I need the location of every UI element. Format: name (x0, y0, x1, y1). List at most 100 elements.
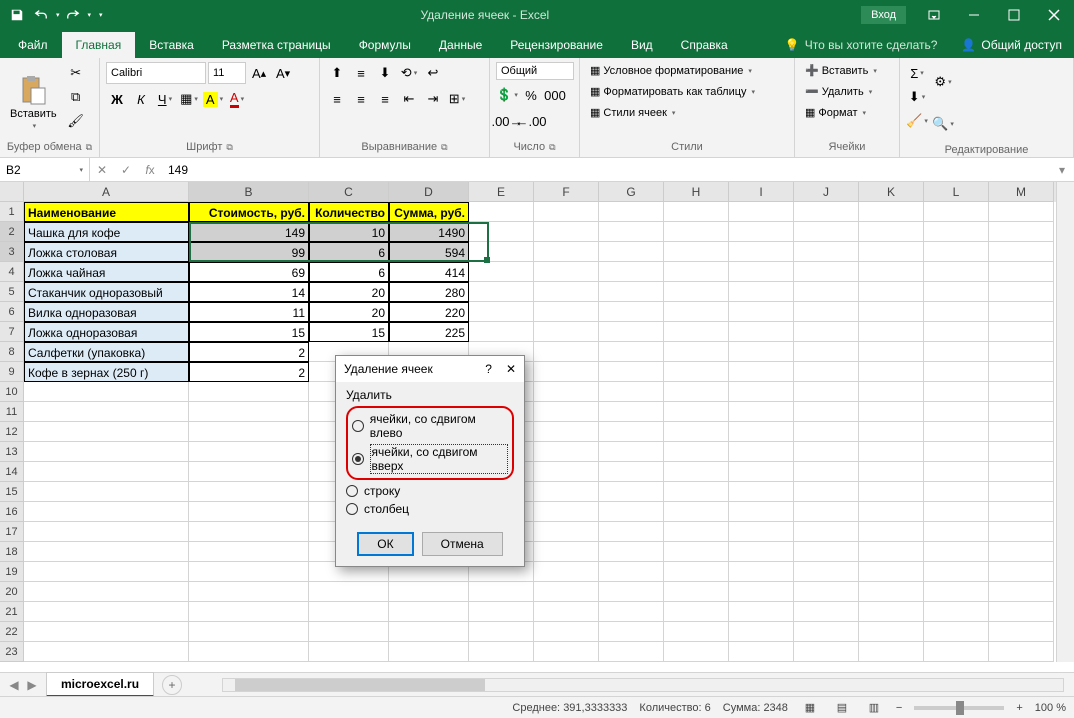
font-size-select[interactable] (208, 62, 246, 84)
row-header[interactable]: 13 (0, 442, 24, 462)
row-header[interactable]: 5 (0, 282, 24, 302)
undo-icon[interactable] (30, 4, 52, 26)
cell[interactable] (794, 402, 859, 422)
cell[interactable] (729, 282, 794, 302)
row-header[interactable]: 19 (0, 562, 24, 582)
cell[interactable]: 69 (189, 262, 309, 282)
cell[interactable] (729, 222, 794, 242)
cell[interactable] (859, 242, 924, 262)
number-format-select[interactable] (496, 62, 574, 80)
cell[interactable] (599, 602, 664, 622)
cell[interactable]: Вилка одноразовая (24, 302, 189, 322)
dialog-cancel-button[interactable]: Отмена (422, 532, 503, 556)
cell[interactable] (469, 322, 534, 342)
cell[interactable]: 15 (189, 322, 309, 342)
cell[interactable]: 10 (309, 222, 389, 242)
cell[interactable]: 6 (309, 242, 389, 262)
cell[interactable] (24, 462, 189, 482)
align-right-icon[interactable]: ≡ (374, 88, 396, 110)
tab-data[interactable]: Данные (425, 32, 496, 58)
bold-button[interactable]: Ж (106, 88, 128, 110)
align-center-icon[interactable]: ≡ (350, 88, 372, 110)
row-header[interactable]: 22 (0, 622, 24, 642)
cell[interactable] (729, 242, 794, 262)
cell[interactable] (469, 202, 534, 222)
cell[interactable] (534, 342, 599, 362)
cell[interactable] (389, 642, 469, 662)
column-header[interactable]: A (24, 182, 189, 202)
cell[interactable] (534, 362, 599, 382)
cell[interactable] (989, 522, 1054, 542)
cell[interactable] (729, 322, 794, 342)
cell[interactable]: 11 (189, 302, 309, 322)
cell[interactable] (534, 442, 599, 462)
cell[interactable] (989, 582, 1054, 602)
cell[interactable] (794, 282, 859, 302)
cell[interactable] (989, 202, 1054, 222)
column-header[interactable]: D (389, 182, 469, 202)
insert-cells-button[interactable]: ➕Вставить▾ (801, 62, 893, 79)
cell[interactable] (534, 222, 599, 242)
cancel-formula-icon[interactable]: ✕ (90, 163, 114, 177)
cell[interactable] (599, 442, 664, 462)
cell[interactable] (989, 422, 1054, 442)
cell[interactable] (599, 422, 664, 442)
cell[interactable] (599, 342, 664, 362)
cell[interactable]: 6 (309, 262, 389, 282)
column-header[interactable]: K (859, 182, 924, 202)
cell[interactable] (664, 422, 729, 442)
cell[interactable] (729, 562, 794, 582)
redo-icon[interactable] (62, 4, 84, 26)
cell[interactable] (794, 422, 859, 442)
row-header[interactable]: 11 (0, 402, 24, 422)
cell[interactable] (599, 282, 664, 302)
cell[interactable] (664, 582, 729, 602)
cell[interactable] (599, 562, 664, 582)
cell[interactable]: 20 (309, 302, 389, 322)
italic-button[interactable]: К (130, 88, 152, 110)
cell[interactable] (859, 202, 924, 222)
radio-shift-up[interactable]: ячейки, со сдвигом вверх (352, 442, 508, 476)
zoom-in-button[interactable]: + (1016, 702, 1022, 714)
column-header[interactable]: B (189, 182, 309, 202)
cell[interactable] (189, 562, 309, 582)
cell[interactable] (794, 302, 859, 322)
cell[interactable] (989, 442, 1054, 462)
radio-entire-row[interactable]: строку (346, 482, 514, 500)
cell[interactable]: Чашка для кофе (24, 222, 189, 242)
format-painter-icon[interactable]: 🖌 (65, 110, 87, 132)
cell[interactable] (534, 262, 599, 282)
cell[interactable] (664, 562, 729, 582)
radio-entire-column[interactable]: столбец (346, 500, 514, 518)
maximize-icon[interactable] (994, 0, 1034, 30)
cell[interactable] (989, 342, 1054, 362)
tab-layout[interactable]: Разметка страницы (208, 32, 345, 58)
cell[interactable] (664, 362, 729, 382)
cell[interactable] (729, 542, 794, 562)
cell[interactable] (664, 282, 729, 302)
copy-icon[interactable]: ⧉ (65, 86, 87, 108)
qat-customize[interactable]: ▾ (99, 11, 103, 19)
font-name-select[interactable] (106, 62, 206, 84)
cell[interactable] (924, 642, 989, 662)
radio-shift-left[interactable]: ячейки, со сдвигом влево (352, 410, 508, 442)
cell[interactable] (664, 302, 729, 322)
cell[interactable] (859, 622, 924, 642)
page-layout-icon[interactable]: ▤ (832, 699, 852, 717)
cell[interactable] (859, 302, 924, 322)
cell[interactable] (729, 442, 794, 462)
cell[interactable] (599, 322, 664, 342)
tab-help[interactable]: Справка (667, 32, 742, 58)
cell[interactable] (794, 462, 859, 482)
cell[interactable] (469, 242, 534, 262)
cell[interactable] (469, 282, 534, 302)
cell[interactable] (534, 402, 599, 422)
row-header[interactable]: 8 (0, 342, 24, 362)
cell[interactable] (729, 522, 794, 542)
row-header[interactable]: 17 (0, 522, 24, 542)
cell[interactable] (924, 262, 989, 282)
cell[interactable] (534, 622, 599, 642)
cell[interactable] (859, 482, 924, 502)
cell[interactable] (664, 382, 729, 402)
minimize-icon[interactable] (954, 0, 994, 30)
